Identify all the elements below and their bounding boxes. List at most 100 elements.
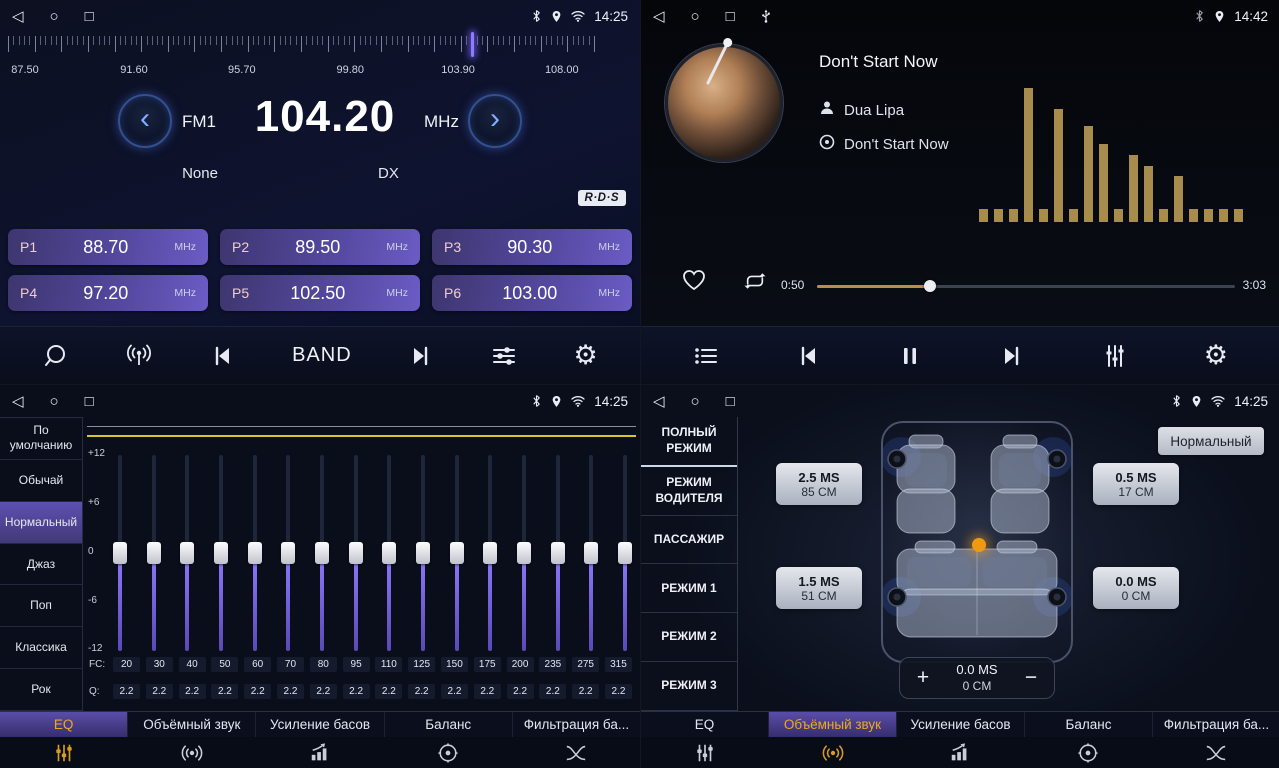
preset-button-p3[interactable]: P390.30MHz xyxy=(432,229,632,265)
preset-button-p6[interactable]: P6103.00MHz xyxy=(432,275,632,311)
back-button[interactable]: ◁ xyxy=(653,394,665,409)
tune-down-button[interactable]: ‹ xyxy=(118,94,172,148)
tab-balance[interactable]: Баланс xyxy=(385,712,513,737)
slider-handle[interactable] xyxy=(113,542,127,564)
settings-gear-icon[interactable]: ⚙ xyxy=(573,342,597,369)
favorite-heart-icon[interactable] xyxy=(681,268,707,297)
mode-item[interactable]: РЕЖИМ 1 xyxy=(641,564,737,613)
tab-bass[interactable]: Усиление басов xyxy=(256,712,384,737)
eq-icon[interactable] xyxy=(641,737,769,768)
next-track-icon[interactable] xyxy=(999,343,1025,369)
rear-right-delay-button[interactable]: 0.0 MS 0 CM xyxy=(1093,567,1179,609)
back-button[interactable]: ◁ xyxy=(12,9,24,24)
home-button[interactable]: ○ xyxy=(50,394,59,409)
mode-item[interactable]: РЕЖИМ 3 xyxy=(641,662,737,711)
slider-handle[interactable] xyxy=(315,542,329,564)
previous-station-icon[interactable] xyxy=(209,343,235,369)
recents-button[interactable]: □ xyxy=(726,394,735,409)
frequency-ruler[interactable] xyxy=(8,36,594,60)
eq-preset-item[interactable]: По умолчанию xyxy=(0,418,82,460)
filter-icon[interactable] xyxy=(1152,737,1279,768)
tab-surround[interactable]: Объёмный звук xyxy=(769,712,897,737)
broadcast-icon[interactable] xyxy=(125,343,153,369)
front-left-delay-button[interactable]: 2.5 MS 85 CM xyxy=(776,463,862,505)
tune-up-button[interactable]: › xyxy=(468,94,522,148)
tab-eq[interactable]: EQ xyxy=(641,712,769,737)
eq-preset-item[interactable]: Поп xyxy=(0,585,82,627)
eq-band-slider[interactable] xyxy=(281,455,295,651)
pause-icon[interactable] xyxy=(897,343,923,369)
filter-icon[interactable] xyxy=(512,737,640,768)
equalizer-icon[interactable] xyxy=(1102,343,1128,369)
slider-handle[interactable] xyxy=(416,542,430,564)
eq-preset-item[interactable]: Нормальный xyxy=(0,502,82,544)
eq-preset-item[interactable]: Джаз xyxy=(0,544,82,586)
next-station-icon[interactable] xyxy=(408,343,434,369)
slider-handle[interactable] xyxy=(584,542,598,564)
preset-button-p4[interactable]: P497.20MHz xyxy=(8,275,208,311)
playlist-icon[interactable] xyxy=(693,343,719,369)
eq-band-slider[interactable] xyxy=(315,455,329,651)
eq-preset-item[interactable]: Классика xyxy=(0,627,82,669)
band-button[interactable]: BAND xyxy=(292,344,352,367)
preset-button-p1[interactable]: P188.70MHz xyxy=(8,229,208,265)
decrease-delay-button[interactable]: − xyxy=(1016,663,1046,693)
mode-item[interactable]: РЕЖИМ 2 xyxy=(641,613,737,662)
bass-icon[interactable] xyxy=(897,737,1025,768)
slider-handle[interactable] xyxy=(450,542,464,564)
home-button[interactable]: ○ xyxy=(50,9,59,24)
balance-icon[interactable] xyxy=(1024,737,1152,768)
eq-band-slider[interactable] xyxy=(214,455,228,651)
tab-balance[interactable]: Баланс xyxy=(1025,712,1153,737)
eq-band-slider[interactable] xyxy=(618,455,632,651)
scan-icon[interactable] xyxy=(42,343,68,369)
front-right-delay-button[interactable]: 0.5 MS 17 CM xyxy=(1093,463,1179,505)
slider-handle[interactable] xyxy=(349,542,363,564)
tab-eq[interactable]: EQ xyxy=(0,712,128,737)
repeat-icon[interactable] xyxy=(741,270,769,297)
slider-handle[interactable] xyxy=(382,542,396,564)
mode-item[interactable]: ПОЛНЫЙ РЕЖИМ xyxy=(641,417,737,467)
eq-band-slider[interactable] xyxy=(551,455,565,651)
tab-filter[interactable]: Фильтрация ба... xyxy=(513,712,640,737)
eq-band-slider[interactable] xyxy=(517,455,531,651)
rear-left-delay-button[interactable]: 1.5 MS 51 CM xyxy=(776,567,862,609)
eq-preset-item[interactable]: Обычай xyxy=(0,460,82,502)
delay-preset-button[interactable]: Нормальный xyxy=(1158,427,1264,455)
surround-icon[interactable] xyxy=(128,737,256,768)
eq-band-slider[interactable] xyxy=(483,455,497,651)
previous-track-icon[interactable] xyxy=(795,343,821,369)
tab-bass[interactable]: Усиление басов xyxy=(897,712,1025,737)
eq-band-slider[interactable] xyxy=(416,455,430,651)
slider-handle[interactable] xyxy=(483,542,497,564)
eq-band-slider[interactable] xyxy=(382,455,396,651)
slider-handle[interactable] xyxy=(281,542,295,564)
balance-icon[interactable] xyxy=(384,737,512,768)
slider-handle[interactable] xyxy=(517,542,531,564)
tab-filter[interactable]: Фильтрация ба... xyxy=(1153,712,1279,737)
recents-button[interactable]: □ xyxy=(85,394,94,409)
back-button[interactable]: ◁ xyxy=(653,9,665,24)
eq-band-slider[interactable] xyxy=(147,455,161,651)
surround-icon[interactable] xyxy=(769,737,897,768)
preset-button-p5[interactable]: P5102.50MHz xyxy=(220,275,420,311)
listener-position-marker[interactable] xyxy=(972,538,986,552)
preset-button-p2[interactable]: P289.50MHz xyxy=(220,229,420,265)
mode-item[interactable]: РЕЖИМ ВОДИТЕЛЯ xyxy=(641,467,737,516)
eq-band-slider[interactable] xyxy=(584,455,598,651)
seek-thumb[interactable] xyxy=(924,280,936,292)
home-button[interactable]: ○ xyxy=(691,394,700,409)
seek-slider[interactable] xyxy=(817,279,1235,293)
eq-band-slider[interactable] xyxy=(349,455,363,651)
eq-band-slider[interactable] xyxy=(113,455,127,651)
mode-item[interactable]: ПАССАЖИР xyxy=(641,516,737,565)
tab-surround[interactable]: Объёмный звук xyxy=(128,712,256,737)
slider-handle[interactable] xyxy=(551,542,565,564)
eq-band-slider[interactable] xyxy=(450,455,464,651)
slider-handle[interactable] xyxy=(147,542,161,564)
slider-handle[interactable] xyxy=(180,542,194,564)
mixer-icon[interactable] xyxy=(491,343,517,369)
slider-handle[interactable] xyxy=(618,542,632,564)
eq-icon[interactable] xyxy=(0,737,128,768)
recents-button[interactable]: □ xyxy=(726,9,735,24)
